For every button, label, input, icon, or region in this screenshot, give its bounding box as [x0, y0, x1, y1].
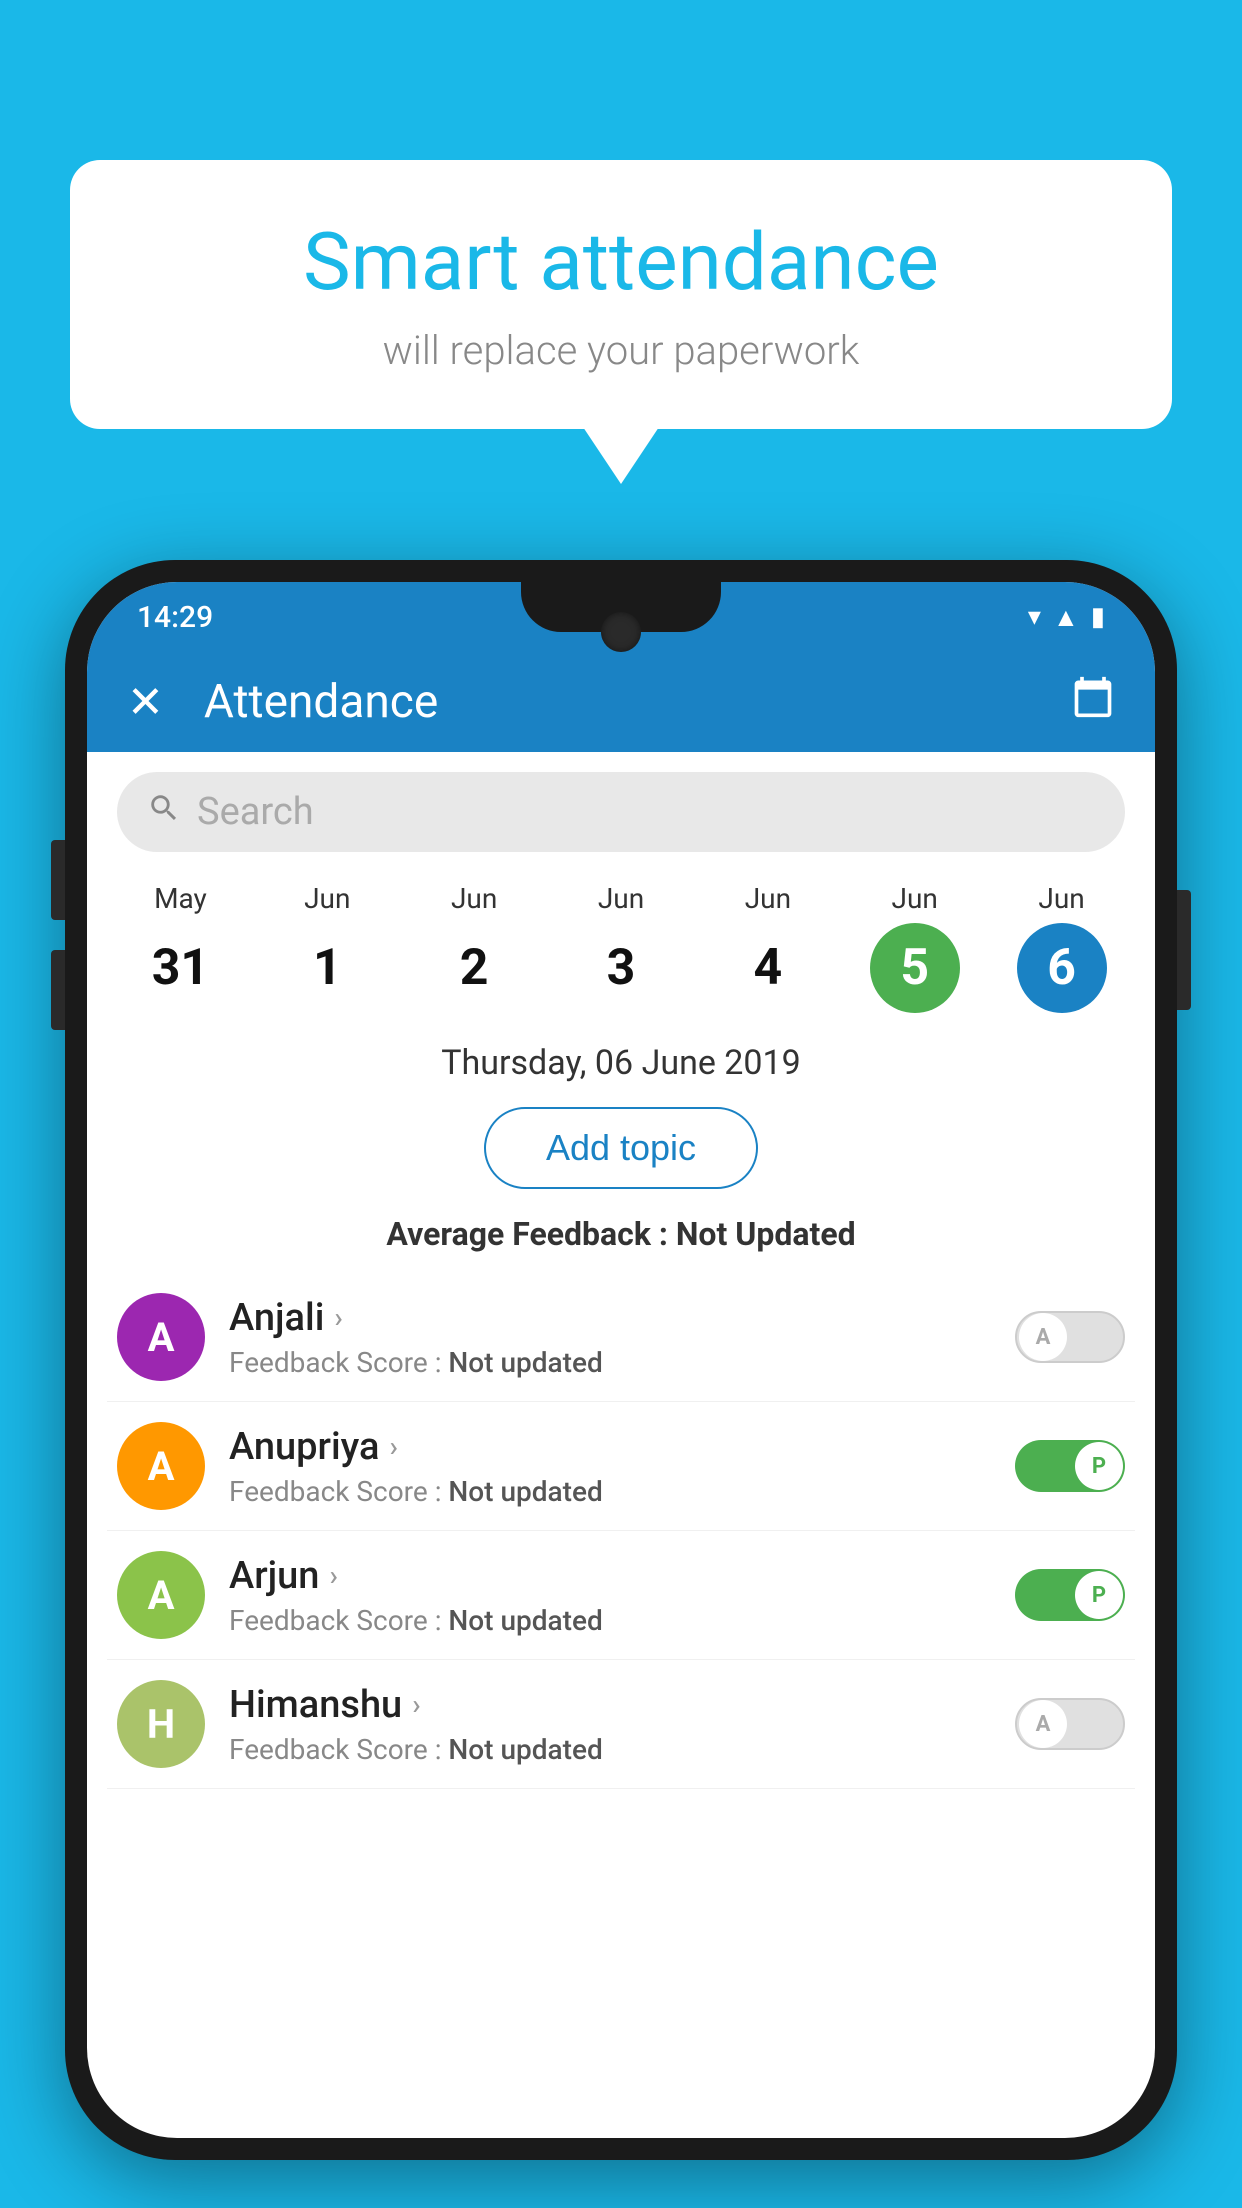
- student-feedback: Feedback Score : Not updated: [229, 1475, 991, 1508]
- phone-screen: 14:29 ▾ ▲ ▮ ✕ Attendance: [87, 582, 1155, 2138]
- app-bar-title: Attendance: [204, 675, 1041, 729]
- date-col[interactable]: Jun 2: [401, 882, 548, 1013]
- date-number[interactable]: 4: [723, 923, 813, 1013]
- signal-icon: ▲: [1053, 602, 1079, 633]
- student-feedback: Feedback Score : Not updated: [229, 1733, 991, 1766]
- feedback-value: Not updated: [448, 1346, 602, 1379]
- date-number[interactable]: 1: [282, 923, 372, 1013]
- attendance-toggle[interactable]: A: [1015, 1311, 1125, 1363]
- date-col[interactable]: Jun 3: [548, 882, 695, 1013]
- selected-date: Thursday, 06 June 2019: [87, 1023, 1155, 1097]
- student-item[interactable]: A Anupriya › Feedback Score : Not updated P: [107, 1402, 1135, 1531]
- student-name: Anjali ›: [229, 1296, 991, 1340]
- student-info: Arjun › Feedback Score : Not updated: [229, 1554, 991, 1637]
- chevron-right-icon: ›: [334, 1301, 342, 1334]
- chevron-right-icon: ›: [389, 1430, 397, 1463]
- student-info: Himanshu › Feedback Score : Not updated: [229, 1683, 991, 1766]
- phone-frame: 14:29 ▾ ▲ ▮ ✕ Attendance: [65, 560, 1177, 2160]
- feedback-value: Not updated: [448, 1475, 602, 1508]
- toggle-thumb: A: [1019, 1700, 1067, 1748]
- date-col[interactable]: May 31: [107, 882, 254, 1013]
- volume-up-button: [51, 840, 65, 920]
- attendance-toggle[interactable]: P: [1015, 1440, 1125, 1492]
- date-number[interactable]: 6: [1017, 923, 1107, 1013]
- calendar-row: May 31 Jun 1 Jun 2 Jun 3 Jun 4 Jun 5 Jun 6: [87, 872, 1155, 1023]
- status-icons: ▾ ▲ ▮: [1028, 602, 1105, 633]
- calendar-icon[interactable]: [1071, 675, 1115, 729]
- student-info: Anjali › Feedback Score : Not updated: [229, 1296, 991, 1379]
- student-feedback: Feedback Score : Not updated: [229, 1604, 991, 1637]
- month-label: Jun: [451, 882, 497, 915]
- power-button: [1177, 890, 1191, 1010]
- student-avatar: A: [117, 1293, 205, 1381]
- attendance-toggle[interactable]: A: [1015, 1698, 1125, 1750]
- speech-bubble: Smart attendance will replace your paper…: [70, 160, 1172, 429]
- close-button[interactable]: ✕: [127, 676, 164, 728]
- battery-icon: ▮: [1091, 602, 1105, 632]
- student-avatar: H: [117, 1680, 205, 1768]
- chevron-right-icon: ›: [412, 1688, 420, 1721]
- student-name: Himanshu ›: [229, 1683, 991, 1727]
- date-number[interactable]: 5: [870, 923, 960, 1013]
- student-avatar: A: [117, 1422, 205, 1510]
- date-col[interactable]: Jun 1: [254, 882, 401, 1013]
- add-topic-button[interactable]: Add topic: [484, 1107, 758, 1189]
- month-label: Jun: [892, 882, 938, 915]
- phone-notch: [521, 582, 721, 632]
- date-col[interactable]: Jun 5: [841, 882, 988, 1013]
- wifi-icon: ▾: [1028, 602, 1041, 632]
- feedback-value: Not updated: [448, 1604, 602, 1637]
- bubble-title: Smart attendance: [130, 215, 1112, 309]
- date-number[interactable]: 2: [429, 923, 519, 1013]
- avg-feedback-label: Average Feedback :: [386, 1215, 668, 1253]
- attendance-toggle[interactable]: P: [1015, 1569, 1125, 1621]
- toggle-thumb: A: [1019, 1313, 1067, 1361]
- app-bar: ✕ Attendance: [87, 652, 1155, 752]
- feedback-value: Not updated: [448, 1733, 602, 1766]
- bubble-subtitle: will replace your paperwork: [130, 327, 1112, 374]
- status-time: 14:29: [137, 600, 213, 635]
- chevron-right-icon: ›: [329, 1559, 337, 1592]
- month-label: Jun: [745, 882, 791, 915]
- date-number[interactable]: 31: [135, 923, 225, 1013]
- month-label: May: [154, 882, 207, 915]
- student-item[interactable]: A Anjali › Feedback Score : Not updated A: [107, 1273, 1135, 1402]
- date-col[interactable]: Jun 4: [694, 882, 841, 1013]
- date-number[interactable]: 3: [576, 923, 666, 1013]
- student-name: Anupriya ›: [229, 1425, 991, 1469]
- student-list: AAnjali ›Feedback Score : Not updatedAAA…: [87, 1273, 1155, 1789]
- front-camera: [601, 612, 641, 652]
- phone-container: 14:29 ▾ ▲ ▮ ✕ Attendance: [65, 560, 1177, 2208]
- date-col[interactable]: Jun 6: [988, 882, 1135, 1013]
- volume-down-button: [51, 950, 65, 1030]
- student-name: Arjun ›: [229, 1554, 991, 1598]
- student-item[interactable]: H Himanshu › Feedback Score : Not updated A: [107, 1660, 1135, 1789]
- month-label: Jun: [304, 882, 350, 915]
- month-label: Jun: [598, 882, 644, 915]
- toggle-thumb: P: [1075, 1571, 1123, 1619]
- month-label: Jun: [1038, 882, 1084, 915]
- avg-feedback-value: Not Updated: [676, 1215, 856, 1253]
- student-feedback: Feedback Score : Not updated: [229, 1346, 991, 1379]
- avg-feedback: Average Feedback : Not Updated: [87, 1199, 1155, 1273]
- student-avatar: A: [117, 1551, 205, 1639]
- search-bar[interactable]: Search: [117, 772, 1125, 852]
- search-icon: [147, 791, 181, 834]
- search-placeholder: Search: [197, 790, 314, 834]
- toggle-thumb: P: [1075, 1442, 1123, 1490]
- student-item[interactable]: A Arjun › Feedback Score : Not updated P: [107, 1531, 1135, 1660]
- student-info: Anupriya › Feedback Score : Not updated: [229, 1425, 991, 1508]
